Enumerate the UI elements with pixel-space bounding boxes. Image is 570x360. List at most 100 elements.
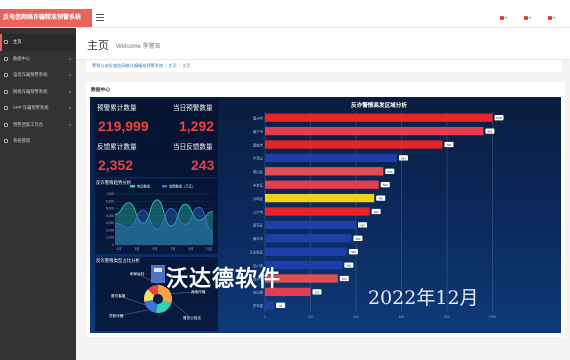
trend-chart: 电话数量 金额数量（万元） 7,000 6,000 5,000 4,000 3,000 2,0… xyxy=(106,184,214,251)
trend-chart-box: 反诈警情趋势分析 电话数量 金额数量（万元） 7,000 6,000 5,000 4,00… xyxy=(95,179,218,254)
x-tick-label: 9月 xyxy=(189,247,194,251)
x-tick-label: 3月 xyxy=(135,247,140,251)
sidebar-item-label: 主页 xyxy=(13,39,22,45)
x-tick-label: 0 xyxy=(264,315,266,319)
category-label: 莎车县 xyxy=(253,303,264,308)
sidebar-item-app-warning[interactable]: APP 诈骗预警系统 xyxy=(0,100,76,117)
category-label: 丰台区 xyxy=(253,183,264,188)
category-label: 沙坪区 xyxy=(253,196,264,201)
feedback-total-value: 2,352 xyxy=(98,157,134,173)
monitor-icon xyxy=(4,56,8,61)
breadcrumb-home[interactable]: 主页 xyxy=(168,63,176,68)
sidebar-item-label: 预警回复工作台 xyxy=(13,121,44,127)
bar xyxy=(265,126,484,136)
category-label: 江东新区 xyxy=(249,250,263,255)
x-tick-label: 11月 xyxy=(206,247,213,251)
pie-hole xyxy=(153,294,163,304)
bar xyxy=(265,180,379,189)
value-label: 200 xyxy=(315,290,320,294)
dashboard-screen: 预警累计数量 当日预警数量 219,999 1,292 反馈累计数量 当日反馈数… xyxy=(90,97,561,333)
top-icons xyxy=(500,15,558,20)
chevron-left-icon xyxy=(69,107,71,109)
x-tick-label: 1月 xyxy=(117,247,122,251)
feedback-today-value: 243 xyxy=(191,157,215,173)
value-label: 360 xyxy=(351,250,356,254)
watermark-company: 沃达德软件 xyxy=(166,266,282,291)
x-tick-label: 200 xyxy=(308,315,314,319)
value-label: 40 xyxy=(279,304,283,308)
pie-label: 刷单返利 xyxy=(130,271,145,276)
feedback-stats-box: 反馈累计数量 当日反馈数量 2,352 243 xyxy=(95,140,218,177)
value-label: 520 xyxy=(387,170,392,174)
welcome-text: Welcome 李警官 xyxy=(116,44,161,50)
value-label: 500 xyxy=(383,183,388,187)
sidebar-item-label: 电话诈骗预警系统 xyxy=(13,72,48,78)
watermark-date: 2022年12月 xyxy=(368,287,479,309)
legend-swatch xyxy=(162,185,167,188)
category-label: 晋城市 xyxy=(253,142,264,147)
category-label: 平顶山 xyxy=(253,156,264,161)
sidebar-item-home[interactable]: 主页 xyxy=(0,34,76,51)
sidebar-item-label: 系统管理 xyxy=(13,138,31,144)
bar xyxy=(265,193,375,203)
category-label: 黄平市 xyxy=(253,236,264,241)
sidebar-item-reply-workbench[interactable]: 预警回复工作台 xyxy=(0,117,76,134)
x-tick-label: 400 xyxy=(353,315,359,319)
chevron-left-icon xyxy=(69,57,71,60)
sidebar-item-data-center[interactable]: 数据中心 xyxy=(0,51,76,68)
y-tick-label: 7,000 xyxy=(106,192,114,196)
value-label: 340 xyxy=(347,264,352,268)
mail-icon[interactable] xyxy=(500,15,510,20)
y-tick-label: 6,000 xyxy=(106,199,114,203)
x-tick-label: 800 xyxy=(444,315,450,319)
y-tick-label: 0 xyxy=(112,243,114,247)
sidebar-item-phone-warning[interactable]: 电话诈骗预警系统 xyxy=(0,67,76,84)
sidebar-item-network-warning[interactable]: 网络诈骗预警系统 xyxy=(0,84,76,101)
bar xyxy=(265,140,443,149)
company-logo-icon xyxy=(151,265,165,283)
y-tick-label: 1,000 xyxy=(106,236,114,240)
category-label: 雨花区 xyxy=(253,223,264,228)
phone-icon xyxy=(4,73,8,78)
value-label: 480 xyxy=(378,197,383,201)
legend-label: 金额数量（万元） xyxy=(169,184,195,189)
app-title[interactable]: 反电信网络诈骗精准预警系统 xyxy=(0,9,92,27)
y-tick-label: 3,000 xyxy=(106,221,114,225)
menu-toggle-icon[interactable] xyxy=(96,14,104,21)
bar xyxy=(265,113,493,122)
bar xyxy=(265,207,370,216)
chevron-left-icon xyxy=(69,74,71,76)
reply-icon xyxy=(4,122,8,127)
data-center-panel: 数据中心 预警累计数量 当日预警数量 219,999 1,292 反馈累计数量 … xyxy=(86,82,565,337)
top-navbar: 反电信网络诈骗精准预警系统 xyxy=(0,0,570,28)
user-icon[interactable] xyxy=(548,15,558,20)
y-tick-label: 5,000 xyxy=(106,207,114,211)
chevron-left-icon xyxy=(69,123,71,126)
breadcrumb-root[interactable]: 警智公安反电信网络诈骗精准预警系统 xyxy=(92,63,163,68)
x-tick-label: 600 xyxy=(399,315,405,319)
sidebar-item-system-settings[interactable]: 系统管理 xyxy=(0,133,76,150)
feedback-today-label: 当日反馈数量 xyxy=(173,144,213,151)
value-label: 400 xyxy=(360,223,365,227)
warning-stats-box: 预警累计数量 当日预警数量 219,999 1,292 xyxy=(95,100,218,140)
pie-label: 冒充公检法 xyxy=(183,315,201,320)
bar xyxy=(265,234,352,243)
sidebar-item-label: 数据中心 xyxy=(13,55,31,61)
pie-label: 贷款诈骗 xyxy=(109,313,124,318)
page-title: 主页 xyxy=(87,40,109,52)
network-icon xyxy=(4,89,8,94)
warn-total-label: 预警累计数量 xyxy=(97,105,137,112)
bell-icon[interactable] xyxy=(524,15,534,20)
bar xyxy=(265,220,356,230)
feedback-total-label: 反馈累计数量 xyxy=(97,144,137,151)
value-label: 320 xyxy=(342,277,347,281)
chevron-left-icon xyxy=(69,90,71,93)
warn-today-label: 当日预警数量 xyxy=(173,105,213,112)
category-label: 南宁市 xyxy=(253,129,264,134)
home-icon xyxy=(4,40,8,45)
gear-icon xyxy=(4,139,8,144)
y-tick-label: 2,000 xyxy=(106,228,114,232)
legend-label: 电话数量 xyxy=(137,184,151,189)
value-label: 580 xyxy=(401,156,406,160)
bar xyxy=(265,167,384,176)
